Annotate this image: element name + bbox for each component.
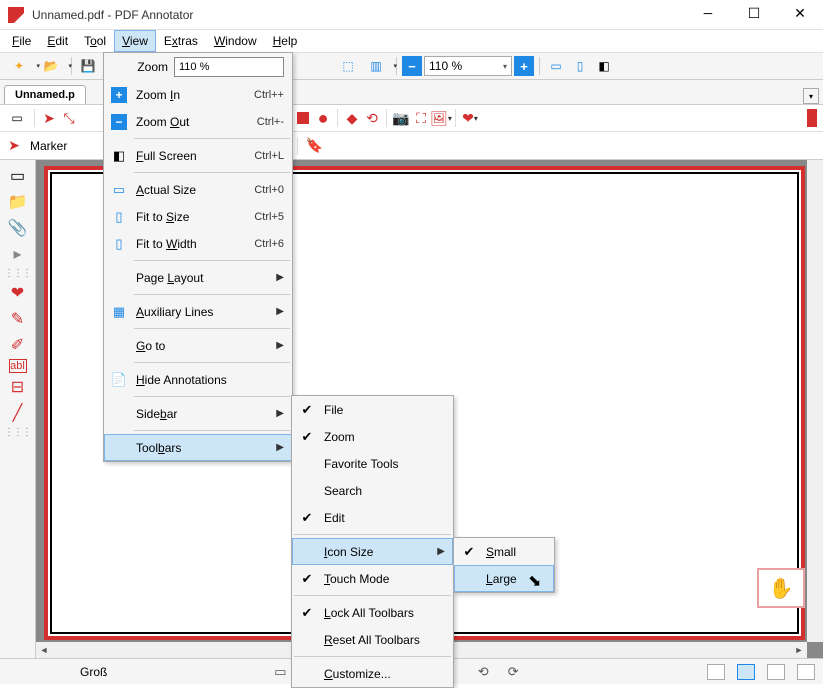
status-size-label: Groß [80,665,107,679]
vertical-scrollbar[interactable] [807,160,823,642]
submenu-customize[interactable]: Customize... [292,660,453,687]
submenu-lock-toolbars[interactable]: ✔Lock All Toolbars [292,599,453,626]
menu-full-screen[interactable]: ◧Full ScreenCtrl+L [104,142,292,169]
menu-sidebar[interactable]: Sidebar▶ [104,400,292,427]
menu-tool[interactable]: Tool [76,30,114,52]
sidebar-marker-icon[interactable]: ✐ [6,333,30,357]
tab-dropdown[interactable]: ▾ [803,88,819,104]
image-icon[interactable]: 🖼▾ [433,110,449,126]
close-button[interactable]: ✕ [777,0,823,30]
left-sidebar: ▭ 📁 📎 ▸ ⋮⋮⋮ ❤ ✎ ✐ abl ⊟ ╱ ⋮⋮⋮ [0,160,36,658]
sidebar-arrow-icon[interactable]: ╱ [6,401,30,425]
zoom-label: Zoom [137,60,168,74]
submenu-reset-toolbars[interactable]: Reset All Toolbars [292,626,453,653]
crop-icon[interactable]: ⛶ [413,110,429,126]
sidebar-text-icon[interactable]: abl [9,359,27,373]
view-single-button[interactable] [707,664,725,680]
submenu-zoom[interactable]: ✔Zoom [292,423,453,450]
menu-extras[interactable]: Extras [156,30,206,52]
menu-file[interactable]: File [4,30,39,52]
page-icon[interactable]: ▭ [545,55,567,77]
menu-fit-size[interactable]: ▯Fit to SizeCtrl+5 [104,203,292,230]
view-cont-button[interactable] [737,664,755,680]
rect-fill-icon[interactable] [295,110,311,126]
camera-icon[interactable]: 📷 [393,110,409,126]
view-two-button[interactable] [767,664,785,680]
sidebar-pen-icon[interactable]: ✎ [6,307,30,331]
menu-window[interactable]: Window [206,30,265,52]
fullscreen-icon[interactable]: ◧ [593,55,615,77]
sidebar-page-icon[interactable]: ▭ [6,164,30,188]
nav-next-icon[interactable]: ⟳ [504,663,522,681]
minimize-button[interactable]: ─ [685,0,731,30]
marker-label: Marker [30,139,67,153]
submenu-icon-size[interactable]: Icon Size▶ [292,538,453,565]
iconsize-small[interactable]: ✔Small [454,538,554,565]
menu-edit[interactable]: Edit [39,30,76,52]
menu-toolbars[interactable]: Toolbars▶ [104,434,292,461]
page-width-icon[interactable]: ▯ [569,55,591,77]
app-icon [8,7,24,23]
menu-zoom-out[interactable]: −Zoom OutCtrl+- [104,108,292,135]
sidebar-chevron-icon[interactable]: ▸ [6,242,30,266]
view-two-cont-button[interactable] [797,664,815,680]
zoom-combo[interactable]: 110 %▾ [424,56,512,76]
menu-actual-size[interactable]: ▭Actual SizeCtrl+0 [104,176,292,203]
title-bar: Unnamed.pdf - PDF Annotator ─ ☐ ✕ [0,0,823,30]
scroll-left-button[interactable]: ◄ [36,642,52,658]
submenu-edit[interactable]: ✔Edit [292,504,453,531]
tag-icon[interactable]: 🔖 [306,138,322,154]
menu-go-to[interactable]: Go to▶ [104,332,292,359]
touch-hand-button[interactable]: ✋ [757,568,805,608]
pointer-alt-icon[interactable]: ⤡ [61,110,77,126]
menu-page-layout[interactable]: Page Layout▶ [104,264,292,291]
menu-fit-width[interactable]: ▯Fit to WidthCtrl+6 [104,230,292,257]
color-swatch[interactable] [807,109,817,127]
sidebar-stamp-icon[interactable]: ⊟ [6,375,30,399]
view-menu: Zoom +Zoom InCtrl++ −Zoom OutCtrl+- ◧Ful… [103,52,293,462]
maximize-button[interactable]: ☐ [731,0,777,30]
submenu-file[interactable]: ✔File [292,396,453,423]
save-button[interactable]: 💾 [77,55,99,77]
ellipse-fill-icon[interactable]: ● [315,110,331,126]
menu-zoom-in[interactable]: +Zoom InCtrl++ [104,81,292,108]
mouse-cursor: ⬊ [528,571,541,591]
eraser-icon[interactable]: ◆ [344,110,360,126]
pointer-icon[interactable]: ➤ [41,110,57,126]
zoom-row: Zoom [104,53,292,81]
menu-bar: File Edit Tool View Extras Window Help [0,30,823,52]
sidebar-heart-icon[interactable]: ❤ [6,281,30,305]
submenu-favorite-tools[interactable]: Favorite Tools [292,450,453,477]
sidebar-grip-2[interactable]: ⋮⋮⋮ [4,427,31,438]
menu-view[interactable]: View [114,30,156,52]
open-button[interactable]: 📂▾ [36,55,66,77]
layout-button[interactable]: ▥▾ [361,55,391,77]
menu-help[interactable]: Help [265,30,306,52]
toolbars-submenu: ✔File ✔Zoom Favorite Tools Search ✔Edit … [291,395,454,688]
sidebar-folder-icon[interactable]: 📁 [6,190,30,214]
window-title: Unnamed.pdf - PDF Annotator [32,8,685,22]
cursor-tool-icon[interactable]: ➤ [6,138,22,154]
document-tab[interactable]: Unnamed.p [4,85,86,104]
zoom-out-button[interactable]: − [402,56,422,76]
menu-hide-annotations[interactable]: 📄Hide Annotations [104,366,292,393]
submenu-search[interactable]: Search [292,477,453,504]
menu-aux-lines[interactable]: ▦Auxiliary Lines▶ [104,298,292,325]
status-page-icon[interactable]: ▭ [271,663,289,681]
scroll-right-button[interactable]: ► [791,642,807,658]
nav-prev-icon[interactable]: ⟲ [474,663,492,681]
org-chart-icon[interactable]: ⬚ [337,55,359,77]
erase-stroke-icon[interactable]: ⟲ [364,110,380,126]
zoom-input[interactable] [174,57,284,77]
new-button[interactable]: ✦▾ [4,55,34,77]
submenu-touch-mode[interactable]: ✔Touch Mode [292,565,453,592]
sidebar-clip-icon[interactable]: 📎 [6,216,30,240]
page-thumb-icon[interactable]: ▭ [6,107,28,129]
zoom-in-button[interactable]: + [514,56,534,76]
heart-icon[interactable]: ❤▾ [462,110,478,126]
sidebar-grip[interactable]: ⋮⋮⋮ [4,268,31,279]
